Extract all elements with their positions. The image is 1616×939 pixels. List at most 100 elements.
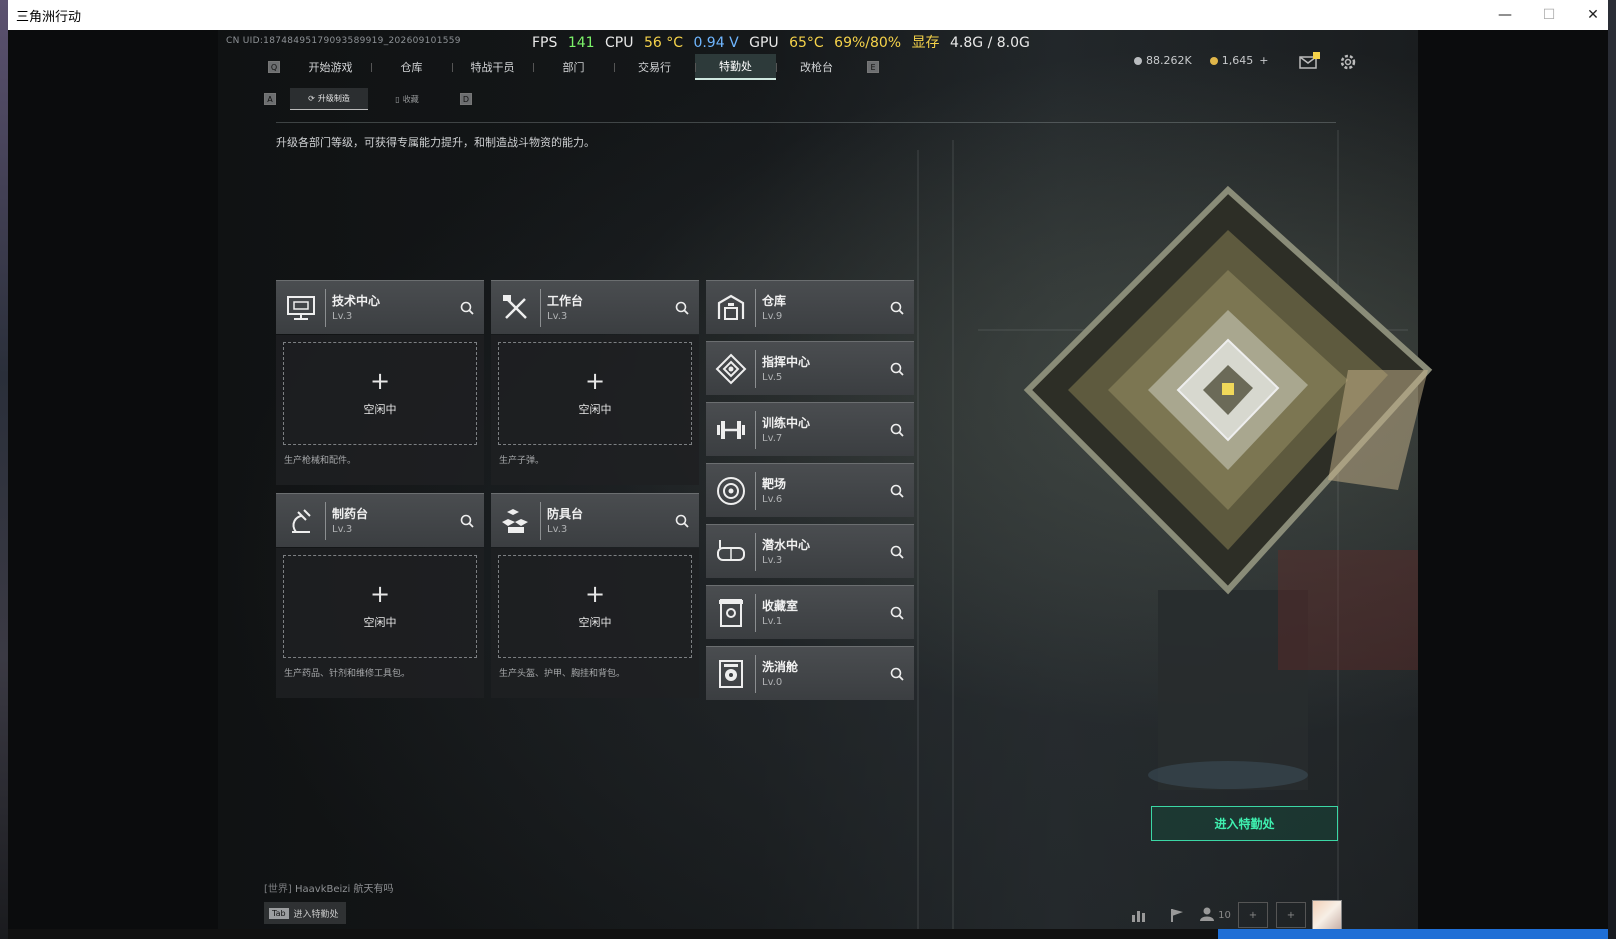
production-description: 生产药品、针剂和维修工具包。 bbox=[284, 669, 411, 679]
gpu-temp: 65°C bbox=[789, 35, 824, 51]
tab-hint[interactable]: Tab 进入特勤处 bbox=[264, 902, 346, 924]
add-party-slot[interactable]: + bbox=[1238, 902, 1268, 928]
add-icon: + bbox=[584, 580, 606, 608]
subtab-collection[interactable]: ▯ 收藏 bbox=[368, 88, 446, 110]
desktop-right-edge bbox=[1608, 0, 1616, 939]
subtab-collection-label: 收藏 bbox=[402, 94, 419, 104]
tab-special-ops[interactable]: 特勤处 bbox=[695, 54, 776, 80]
nav-prev-key[interactable]: Q bbox=[268, 61, 280, 73]
dept-card-armor[interactable]: 防具台 Lv.3 bbox=[491, 493, 699, 547]
dept-name: 仓库 bbox=[762, 294, 787, 308]
desktop-left-edge bbox=[0, 0, 8, 939]
search-icon[interactable] bbox=[889, 483, 905, 499]
tab-warehouse[interactable]: 仓库 bbox=[371, 54, 452, 80]
search-icon[interactable] bbox=[459, 300, 475, 316]
tab-gunsmith[interactable]: 改枪台 bbox=[776, 54, 857, 80]
card-separator bbox=[325, 502, 326, 540]
subnav-next-key[interactable]: D bbox=[460, 93, 472, 105]
nav-next-key[interactable]: E bbox=[867, 61, 879, 73]
friends-button[interactable]: 10 bbox=[1200, 902, 1231, 928]
dept-name: 靶场 bbox=[762, 477, 787, 491]
card-separator bbox=[755, 655, 756, 693]
mail-icon[interactable] bbox=[1298, 52, 1328, 72]
add-party-slot[interactable]: + bbox=[1276, 902, 1306, 928]
title-bar[interactable]: 三角洲行动 — ☐ ✕ bbox=[8, 0, 1608, 30]
search-icon[interactable] bbox=[889, 300, 905, 316]
production-slot[interactable]: + 空闲中 bbox=[283, 342, 477, 445]
subtab-upgrade-craft[interactable]: ⟳ 升级制造 bbox=[290, 88, 368, 110]
dept-card-pharmacy[interactable]: 制药台 Lv.3 bbox=[276, 493, 484, 547]
tab-departments[interactable]: 部门 bbox=[533, 54, 614, 80]
cpu-voltage: 0.94 V bbox=[693, 35, 739, 51]
card-separator bbox=[755, 350, 756, 388]
dept-card-shooting-range[interactable]: 靶场 Lv.6 bbox=[706, 463, 914, 517]
armor-icon bbox=[502, 509, 528, 533]
fps-value: 141 bbox=[567, 35, 595, 51]
search-icon[interactable] bbox=[459, 513, 475, 529]
card-separator bbox=[755, 594, 756, 632]
dept-card-warehouse[interactable]: 仓库 Lv.9 bbox=[706, 280, 914, 334]
tab-operators[interactable]: 特战干员 bbox=[452, 54, 533, 80]
dept-level: Lv.0 bbox=[762, 677, 783, 688]
avatar[interactable] bbox=[1312, 900, 1342, 929]
dept-card-command-center[interactable]: 指挥中心 Lv.5 bbox=[706, 341, 914, 395]
add-icon: + bbox=[369, 580, 391, 608]
stats-chart-icon[interactable] bbox=[1124, 902, 1154, 928]
tab-start-game[interactable]: 开始游戏 bbox=[290, 54, 371, 80]
tab-trading[interactable]: 交易行 bbox=[614, 54, 695, 80]
dept-name: 防具台 bbox=[547, 507, 584, 521]
chat-line[interactable]: [世界] HaavkBeizi 航天有吗 bbox=[264, 880, 394, 895]
search-icon[interactable] bbox=[674, 300, 690, 316]
dept-name: 训练中心 bbox=[762, 416, 811, 430]
minimize-button[interactable]: — bbox=[1483, 0, 1527, 30]
production-panel-pharmacy: + 空闲中 生产药品、针剂和维修工具包。 bbox=[276, 548, 484, 698]
window-title: 三角洲行动 bbox=[16, 10, 82, 25]
dept-card-workbench[interactable]: 工作台 Lv.3 bbox=[491, 280, 699, 334]
maximize-button[interactable]: ☐ bbox=[1527, 0, 1571, 30]
sub-nav: A ⟳ 升级制造 ▯ 收藏 D bbox=[264, 88, 472, 110]
search-icon[interactable] bbox=[889, 666, 905, 682]
tab-key: Tab bbox=[269, 907, 289, 919]
slot-status: 空闲中 bbox=[578, 403, 612, 416]
flag-icon[interactable] bbox=[1162, 902, 1192, 928]
enter-special-ops-button[interactable]: 进入特勤处 bbox=[1151, 806, 1338, 841]
dept-level: Lv.3 bbox=[547, 311, 568, 322]
add-currency-button[interactable]: + bbox=[1259, 54, 1268, 67]
pharmacy-icon bbox=[292, 509, 311, 533]
dept-card-collection-room[interactable]: 收藏室 Lv.1 bbox=[706, 585, 914, 639]
token-icon bbox=[1209, 56, 1218, 65]
game-viewport: CN UID:18748495179093589919_202609101559… bbox=[8, 30, 1608, 929]
friends-count: 10 bbox=[1218, 909, 1231, 921]
add-icon: + bbox=[369, 367, 391, 395]
close-button[interactable]: ✕ bbox=[1571, 0, 1615, 30]
production-description: 生产子弹。 bbox=[499, 456, 545, 466]
dept-level: Lv.3 bbox=[762, 555, 783, 566]
collection-icon bbox=[719, 599, 743, 627]
production-slot[interactable]: + 空闲中 bbox=[498, 342, 692, 445]
production-slot[interactable]: + 空闲中 bbox=[498, 555, 692, 658]
main-nav: Q 开始游戏 仓库 特战干员 部门 交易行 特勤处 改枪台 E bbox=[258, 52, 889, 82]
dept-level: Lv.3 bbox=[332, 311, 353, 322]
search-icon[interactable] bbox=[889, 605, 905, 621]
dept-level: Lv.6 bbox=[762, 494, 783, 505]
dept-level: Lv.7 bbox=[762, 433, 783, 444]
dept-card-training-center[interactable]: 训练中心 Lv.7 bbox=[706, 402, 914, 456]
search-icon[interactable] bbox=[674, 513, 690, 529]
search-icon[interactable] bbox=[889, 422, 905, 438]
settings-gear-icon[interactable] bbox=[1338, 52, 1368, 72]
dept-name: 洗消舱 bbox=[762, 660, 799, 674]
search-icon[interactable] bbox=[889, 361, 905, 377]
taskbar-edge bbox=[8, 929, 1608, 939]
subnav-prev-key[interactable]: A bbox=[264, 93, 276, 105]
vram-label: 显存 bbox=[911, 35, 940, 51]
search-icon[interactable] bbox=[889, 544, 905, 560]
dept-card-decontamination[interactable]: 洗消舱 Lv.0 bbox=[706, 646, 914, 700]
dept-name: 技术中心 bbox=[332, 294, 381, 308]
dept-card-tech-center[interactable]: 技术中心 Lv.3 bbox=[276, 280, 484, 334]
card-separator bbox=[540, 502, 541, 540]
dept-name: 潜水中心 bbox=[762, 538, 811, 552]
upgrade-icon: ⟳ bbox=[308, 94, 315, 103]
card-separator bbox=[325, 289, 326, 327]
production-slot[interactable]: + 空闲中 bbox=[283, 555, 477, 658]
dept-card-diving-center[interactable]: 潜水中心 Lv.3 bbox=[706, 524, 914, 578]
